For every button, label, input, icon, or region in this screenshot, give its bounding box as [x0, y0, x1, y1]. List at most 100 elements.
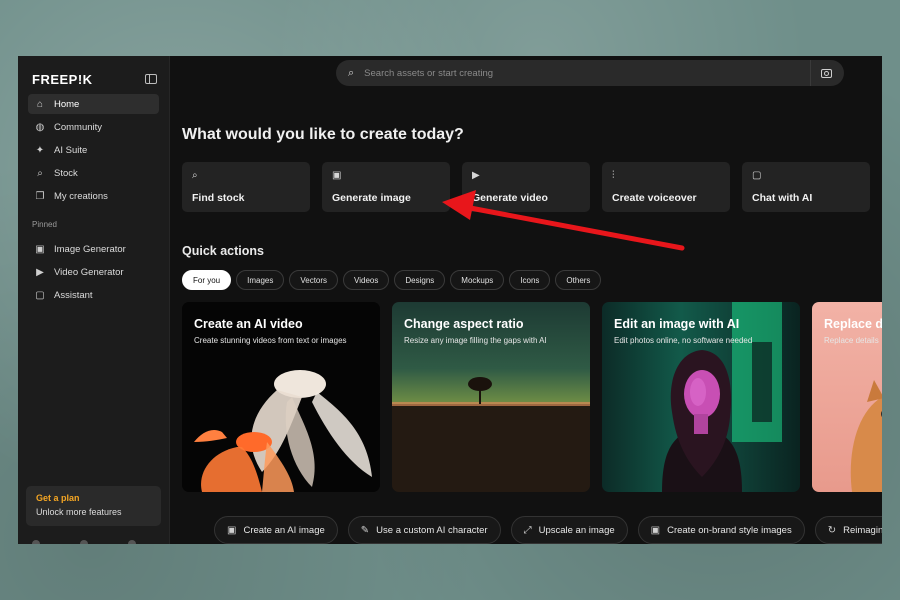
sidebar-item-community[interactable]: ◍ Community — [28, 117, 159, 137]
on-brand-style-button[interactable]: ▣ Create on-brand style images — [637, 516, 805, 544]
card-label: Generate video — [472, 192, 548, 204]
plan-title: Get a plan — [36, 493, 80, 503]
sidebar-item-label: Video Generator — [54, 266, 124, 278]
upscale-icon: ⤢ — [523, 524, 532, 536]
chip-vectors[interactable]: Vectors — [289, 270, 339, 290]
chip-mockups[interactable]: Mockups — [450, 270, 505, 290]
suggested-actions: ▣ Create an AI image ✎ Use a custom AI c… — [214, 516, 882, 544]
sidebar-nav: ⌂ Home ◍ Community ✦ AI Suite ⌕ Stock ❐ … — [18, 90, 169, 206]
search-input[interactable] — [364, 67, 810, 79]
card-subtitle: Edit photos online, no software needed — [614, 336, 753, 345]
search-bar[interactable]: ⌕ — [336, 60, 844, 86]
search-icon: ⌕ — [192, 170, 198, 181]
globe-icon: ◍ — [35, 121, 45, 133]
generate-video-card[interactable]: ▶ Generate video — [462, 162, 590, 212]
search-icon: ⌕ — [37, 167, 43, 179]
sidebar-item-label: Stock — [54, 167, 78, 179]
chat-with-ai-card[interactable]: ▢ Chat with AI — [742, 162, 870, 212]
sidebar-item-assistant[interactable]: ▢ Assistant — [28, 285, 159, 305]
chat-icon: ▢ — [35, 289, 45, 301]
sidebar-item-label: Assistant — [54, 289, 93, 301]
pinned-nav: ▣ Image Generator ▶ Video Generator ▢ As… — [18, 235, 169, 305]
image-icon: ▣ — [35, 243, 45, 255]
create-options: ⌕ Find stock ▣ Generate image ▶ Generate… — [182, 162, 870, 212]
refresh-icon: ↻ — [827, 524, 837, 536]
card-subtitle: Create stunning videos from text or imag… — [194, 336, 347, 345]
sidebar-item-label: Community — [54, 121, 103, 133]
chip-videos[interactable]: Videos — [343, 270, 390, 290]
footer-icon[interactable] — [128, 540, 136, 544]
chip-images[interactable]: Images — [236, 270, 285, 290]
pill-label: Create on-brand style images — [667, 524, 792, 536]
footer-icon[interactable] — [80, 540, 88, 544]
sidebar-item-home[interactable]: ⌂ Home — [28, 94, 159, 114]
card-label: Find stock — [192, 192, 245, 204]
feature-cards: Create an AI video Create stunning video… — [182, 302, 882, 492]
custom-ai-character-button[interactable]: ✎ Use a custom AI character — [347, 516, 501, 544]
sidebar-item-label: Image Generator — [54, 243, 126, 255]
sidebar-footer-icons — [32, 540, 136, 544]
card-label: Create voiceover — [612, 192, 697, 204]
wand-icon: ✎ — [360, 524, 370, 536]
pill-label: Upscale an image — [538, 524, 615, 536]
get-plan-card[interactable]: Get a plan Unlock more features — [26, 486, 161, 526]
card-subtitle: Replace details — [824, 336, 879, 345]
sidebar-item-image-generator[interactable]: ▣ Image Generator — [28, 239, 159, 259]
generate-image-card[interactable]: ▣ Generate image — [322, 162, 450, 212]
quick-actions-title: Quick actions — [182, 244, 264, 258]
sidebar-item-stock[interactable]: ⌕ Stock — [28, 163, 159, 183]
card-label: Generate image — [332, 192, 411, 204]
page-title: What would you like to create today? — [182, 126, 464, 143]
card-subtitle: Resize any image filling the gaps with A… — [404, 336, 547, 345]
sidebar-item-label: My creations — [54, 190, 108, 202]
logo-row: FREEP!K — [18, 56, 169, 90]
reimagine-button[interactable]: ↻ Reimagine — [814, 516, 882, 544]
image-icon: ▣ — [650, 524, 661, 536]
chip-designs[interactable]: Designs — [394, 270, 446, 290]
waveform-icon: ⫶ — [612, 170, 615, 181]
image-search-button[interactable] — [810, 60, 832, 86]
chat-icon: ▢ — [752, 170, 762, 181]
filter-chips: For you Images Vectors Videos Designs Mo… — [182, 270, 602, 290]
sidebar: FREEP!K ⌂ Home ◍ Community ✦ AI Suite ⌕ … — [18, 56, 170, 544]
search-icon: ⌕ — [348, 66, 355, 79]
edit-image-ai-card[interactable]: Edit an image with AI Edit photos online… — [602, 302, 800, 492]
chip-icons[interactable]: Icons — [509, 270, 551, 290]
replace-details-card[interactable]: Replace d Replace details — [812, 302, 882, 492]
sparkle-icon: ✦ — [35, 144, 45, 156]
create-ai-image-button[interactable]: ▣ Create an AI image — [214, 516, 338, 544]
collapse-sidebar-icon[interactable] — [145, 74, 157, 84]
sidebar-item-ai-suite[interactable]: ✦ AI Suite — [28, 140, 159, 160]
video-icon: ▶ — [36, 266, 44, 278]
video-icon: ▶ — [472, 170, 480, 181]
card-title: Edit an image with AI — [614, 317, 740, 331]
sidebar-item-label: AI Suite — [54, 144, 88, 156]
upscale-image-button[interactable]: ⤢ Upscale an image — [510, 516, 628, 544]
pinned-section-label: Pinned — [32, 220, 57, 229]
home-icon: ⌂ — [36, 98, 44, 110]
footer-icon[interactable] — [32, 540, 40, 544]
card-title: Change aspect ratio — [404, 317, 524, 331]
sidebar-item-video-generator[interactable]: ▶ Video Generator — [28, 262, 159, 282]
sidebar-item-my-creations[interactable]: ❐ My creations — [28, 186, 159, 206]
image-icon: ▣ — [332, 170, 342, 181]
app-window: FREEP!K ⌂ Home ◍ Community ✦ AI Suite ⌕ … — [18, 56, 882, 544]
pill-label: Reimagine — [843, 524, 882, 536]
create-voiceover-card[interactable]: ⫶ Create voiceover — [602, 162, 730, 212]
chip-others[interactable]: Others — [555, 270, 602, 290]
card-label: Chat with AI — [752, 192, 813, 204]
ai-image-icon: ▣ — [227, 524, 237, 536]
plan-subtitle: Unlock more features — [36, 507, 122, 517]
freepik-logo[interactable]: FREEP!K — [32, 72, 93, 87]
sidebar-item-label: Home — [54, 98, 80, 110]
camera-icon — [821, 68, 832, 78]
change-aspect-ratio-card[interactable]: Change aspect ratio Resize any image fil… — [392, 302, 590, 492]
pill-label: Use a custom AI character — [376, 524, 488, 536]
card-title: Create an AI video — [194, 317, 303, 331]
main-content: ⌕ What would you like to create today? ⌕… — [170, 56, 882, 544]
find-stock-card[interactable]: ⌕ Find stock — [182, 162, 310, 212]
pill-label: Create an AI image — [243, 524, 325, 536]
card-title: Replace d — [824, 317, 882, 331]
create-ai-video-card[interactable]: Create an AI video Create stunning video… — [182, 302, 380, 492]
chip-for-you[interactable]: For you — [182, 270, 232, 290]
